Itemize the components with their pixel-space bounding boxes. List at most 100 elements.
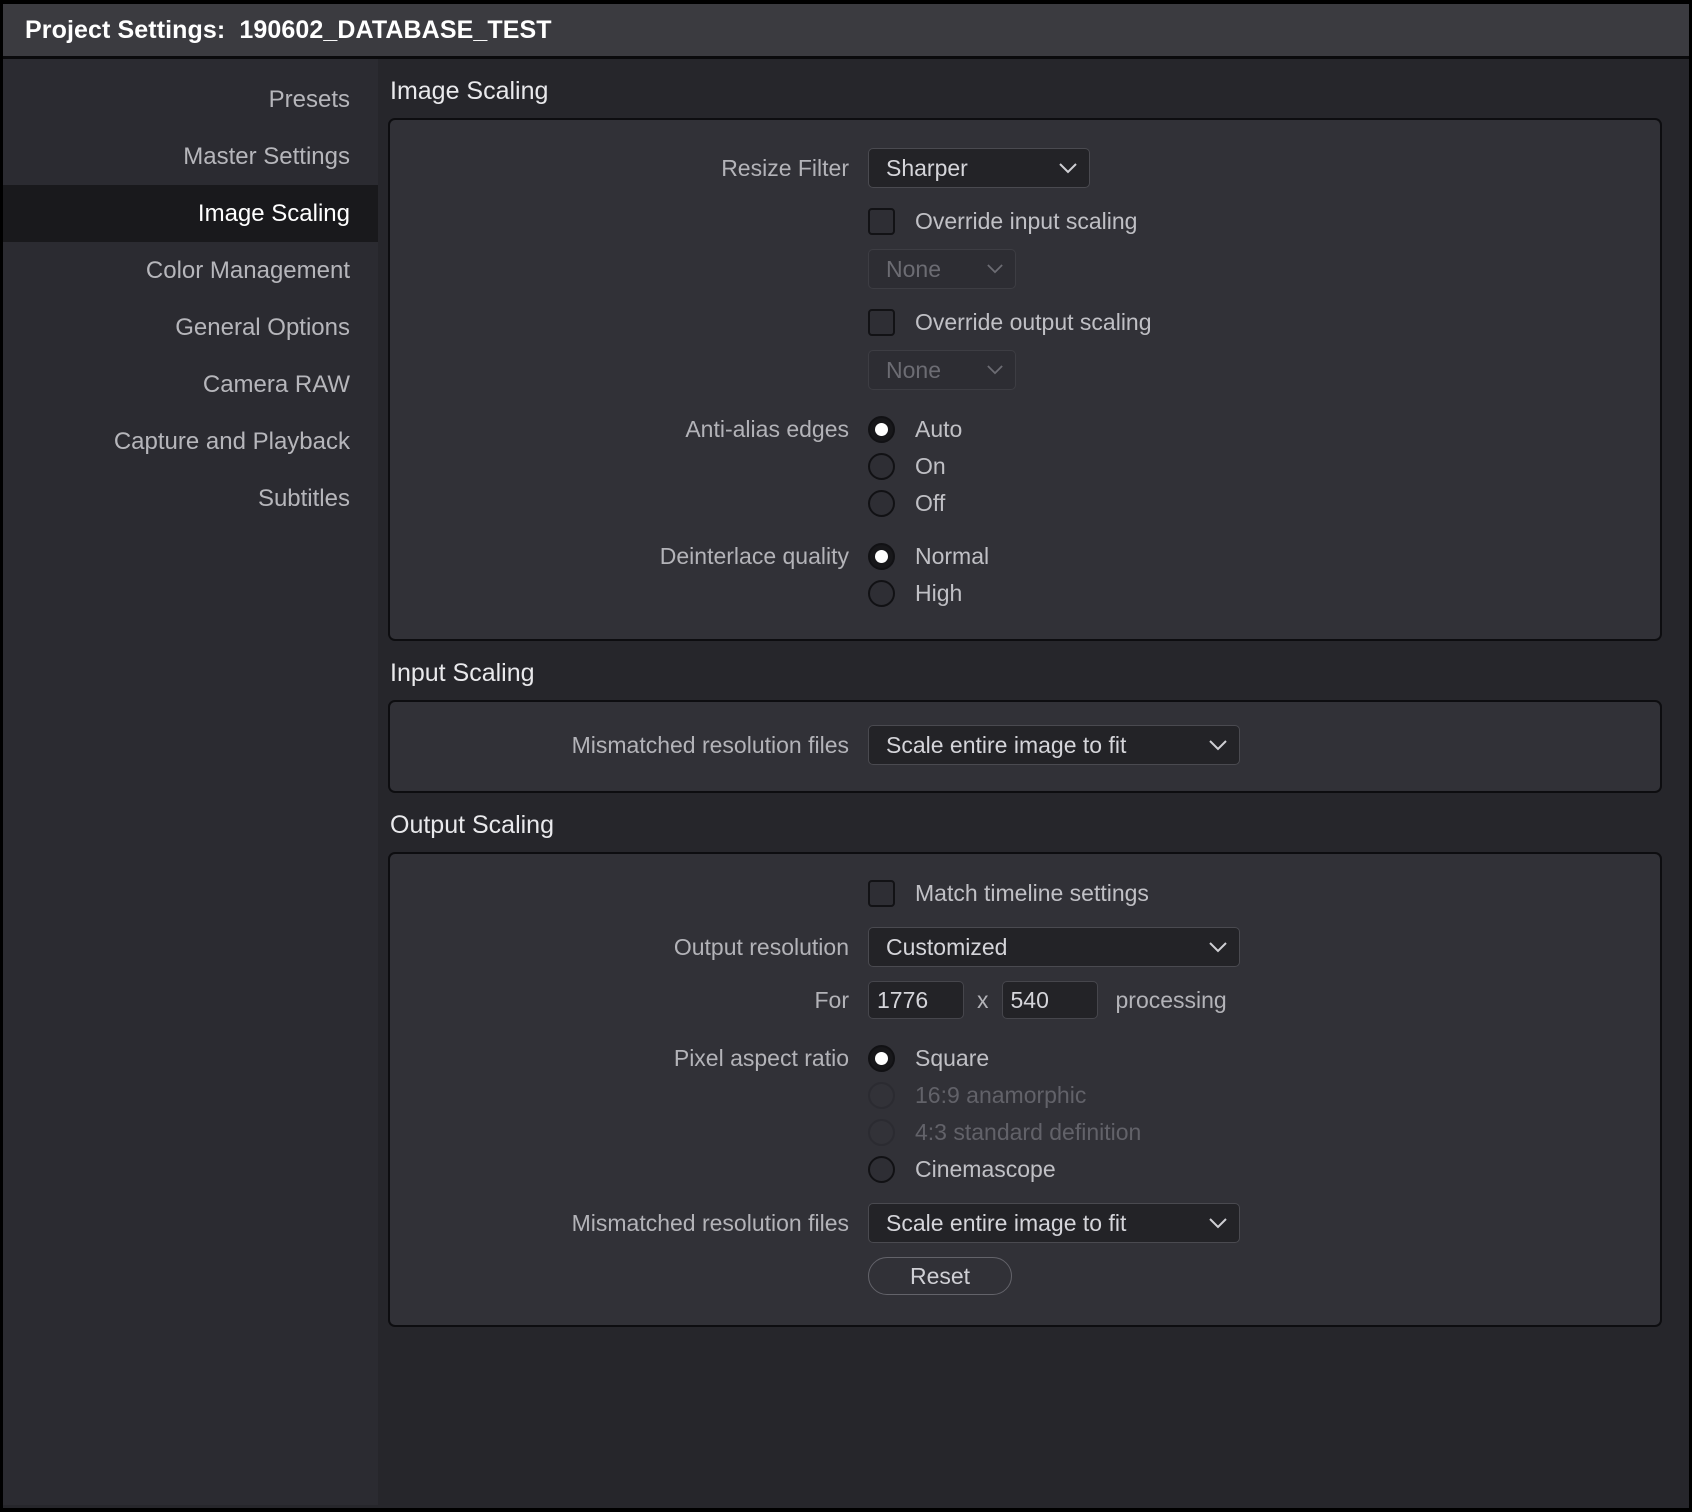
override-output-scaling-dropdown[interactable]: None bbox=[868, 350, 1016, 390]
reset-row: Reset bbox=[390, 1257, 1660, 1295]
sidebar-item-label: Color Management bbox=[145, 256, 350, 284]
reset-button[interactable]: Reset bbox=[868, 1257, 1012, 1295]
override-input-scaling-dropdown[interactable]: None bbox=[868, 249, 1016, 289]
output-mismatched-resolution-value: Scale entire image to fit bbox=[886, 1209, 1127, 1236]
deinterlace-high-row: High bbox=[390, 580, 1660, 607]
resize-filter-row: Resize Filter Sharper bbox=[390, 148, 1660, 188]
pixel-aspect-standard-row: 4:3 standard definition bbox=[390, 1119, 1660, 1146]
input-scaling-panel: Mismatched resolution files Scale entire… bbox=[388, 700, 1662, 793]
override-output-dropdown-row: None bbox=[390, 350, 1660, 390]
sidebar-item-presets[interactable]: Presets bbox=[3, 71, 378, 128]
checkbox-box-icon bbox=[868, 309, 895, 336]
override-output-scaling-value: None bbox=[886, 356, 941, 383]
pixel-aspect-radio-square-label: Square bbox=[915, 1045, 990, 1071]
project-name: 190602_DATABASE_TEST bbox=[239, 15, 552, 44]
radio-icon bbox=[868, 1045, 895, 1072]
anti-alias-radio-off-label: Off bbox=[915, 490, 946, 516]
pixel-aspect-ratio-label: Pixel aspect ratio bbox=[673, 1045, 849, 1071]
input-mismatched-resolution-label: Mismatched resolution files bbox=[571, 731, 849, 758]
match-timeline-settings-row: Match timeline settings bbox=[390, 880, 1660, 907]
input-mismatched-resolution-dropdown[interactable]: Scale entire image to fit bbox=[868, 725, 1240, 765]
deinterlace-radio-normal[interactable]: Normal bbox=[868, 543, 989, 570]
settings-sidebar: Presets Master Settings Image Scaling Co… bbox=[3, 59, 378, 1505]
anti-alias-edges-label: Anti-alias edges bbox=[685, 416, 849, 442]
radio-icon bbox=[868, 543, 895, 570]
deinterlace-radio-high[interactable]: High bbox=[868, 580, 962, 607]
pixel-aspect-radio-4-3-standard-definition[interactable]: 4:3 standard definition bbox=[868, 1119, 1141, 1146]
anti-alias-radio-auto[interactable]: Auto bbox=[868, 416, 962, 443]
output-mismatched-resolution-dropdown[interactable]: Scale entire image to fit bbox=[868, 1203, 1240, 1243]
page-title-label: Project Settings: bbox=[25, 15, 226, 44]
pixel-aspect-radio-cinemascope[interactable]: Cinemascope bbox=[868, 1156, 1056, 1183]
radio-icon bbox=[868, 1082, 895, 1109]
output-resolution-dropdown[interactable]: Customized bbox=[868, 927, 1240, 967]
window-titlebar: Project Settings: 190602_DATABASE_TEST bbox=[3, 4, 1689, 59]
sidebar-item-label: Subtitles bbox=[257, 484, 350, 512]
override-input-scaling-row: Override input scaling bbox=[390, 208, 1660, 235]
output-resolution-label: Output resolution bbox=[673, 933, 849, 960]
pixel-aspect-radio-4-3-standard-definition-label: 4:3 standard definition bbox=[915, 1119, 1142, 1145]
override-input-scaling-checkbox[interactable]: Override input scaling bbox=[868, 208, 1137, 235]
sidebar-item-label: Capture and Playback bbox=[113, 427, 350, 455]
radio-icon bbox=[868, 580, 895, 607]
anti-alias-radio-off[interactable]: Off bbox=[868, 490, 945, 517]
anti-alias-edges-row: Anti-alias edges Auto bbox=[390, 416, 1660, 443]
override-input-scaling-label: Override input scaling bbox=[915, 208, 1138, 234]
pixel-aspect-radio-16-9-anamorphic[interactable]: 16:9 anamorphic bbox=[868, 1082, 1086, 1109]
section-heading-input-scaling: Input Scaling bbox=[390, 659, 535, 687]
radio-icon bbox=[868, 453, 895, 480]
output-height-input[interactable] bbox=[1001, 981, 1098, 1019]
pixel-aspect-radio-16-9-anamorphic-label: 16:9 anamorphic bbox=[915, 1082, 1087, 1108]
deinterlace-radio-normal-label: Normal bbox=[915, 543, 990, 569]
chevron-down-icon bbox=[1209, 739, 1227, 750]
pixel-aspect-radio-square[interactable]: Square bbox=[868, 1045, 989, 1072]
resize-filter-label: Resize Filter bbox=[721, 154, 849, 181]
sidebar-item-label: Camera RAW bbox=[202, 370, 350, 398]
chevron-down-icon bbox=[1059, 162, 1077, 173]
output-resolution-row: Output resolution Customized bbox=[390, 927, 1660, 967]
sidebar-item-label: Presets bbox=[268, 85, 350, 113]
chevron-down-icon bbox=[1209, 1217, 1227, 1228]
section-heading-output-scaling: Output Scaling bbox=[390, 811, 554, 839]
override-output-scaling-checkbox[interactable]: Override output scaling bbox=[868, 309, 1152, 336]
image-scaling-panel: Resize Filter Sharper Override input sca… bbox=[388, 118, 1662, 641]
chevron-down-icon bbox=[987, 365, 1003, 375]
override-output-scaling-label: Override output scaling bbox=[915, 309, 1152, 335]
match-timeline-settings-checkbox[interactable]: Match timeline settings bbox=[868, 880, 1149, 907]
radio-icon bbox=[868, 1156, 895, 1183]
sidebar-item-general-options[interactable]: General Options bbox=[3, 299, 378, 356]
input-mismatched-resolution-value: Scale entire image to fit bbox=[886, 731, 1127, 758]
anti-alias-radio-auto-label: Auto bbox=[915, 416, 963, 442]
resize-filter-value: Sharper bbox=[886, 154, 968, 181]
chevron-down-icon bbox=[1209, 941, 1227, 952]
deinterlace-quality-label: Deinterlace quality bbox=[659, 543, 849, 569]
override-output-scaling-row: Override output scaling bbox=[390, 309, 1660, 336]
sidebar-item-subtitles[interactable]: Subtitles bbox=[3, 470, 378, 527]
dimension-separator: x bbox=[977, 986, 989, 1013]
override-input-scaling-value: None bbox=[886, 255, 941, 282]
sidebar-item-image-scaling[interactable]: Image Scaling bbox=[3, 185, 378, 242]
deinterlace-radio-high-label: High bbox=[915, 580, 963, 606]
override-input-dropdown-row: None bbox=[390, 249, 1660, 289]
chevron-down-icon bbox=[987, 264, 1003, 274]
sidebar-item-label: General Options bbox=[175, 313, 350, 341]
settings-content: Image Scaling Resize Filter Sharper Over… bbox=[378, 59, 1689, 1505]
sidebar-item-capture-and-playback[interactable]: Capture and Playback bbox=[3, 413, 378, 470]
radio-icon bbox=[868, 490, 895, 517]
anti-alias-off-row: Off bbox=[390, 490, 1660, 517]
checkbox-box-icon bbox=[868, 208, 895, 235]
output-width-input[interactable] bbox=[868, 981, 964, 1019]
for-processing-prefix: For bbox=[814, 986, 850, 1013]
anti-alias-on-row: On bbox=[390, 453, 1660, 480]
anti-alias-radio-on[interactable]: On bbox=[868, 453, 946, 480]
section-heading-image-scaling: Image Scaling bbox=[390, 77, 549, 105]
project-settings-window: Project Settings: 190602_DATABASE_TEST P… bbox=[0, 0, 1692, 1512]
radio-icon bbox=[868, 1119, 895, 1146]
sidebar-item-master-settings[interactable]: Master Settings bbox=[3, 128, 378, 185]
sidebar-item-camera-raw[interactable]: Camera RAW bbox=[3, 356, 378, 413]
sidebar-item-label: Image Scaling bbox=[197, 199, 350, 227]
radio-icon bbox=[868, 416, 895, 443]
output-mismatched-resolution-row: Mismatched resolution files Scale entire… bbox=[390, 1203, 1660, 1243]
sidebar-item-color-management[interactable]: Color Management bbox=[3, 242, 378, 299]
resize-filter-dropdown[interactable]: Sharper bbox=[868, 148, 1090, 188]
